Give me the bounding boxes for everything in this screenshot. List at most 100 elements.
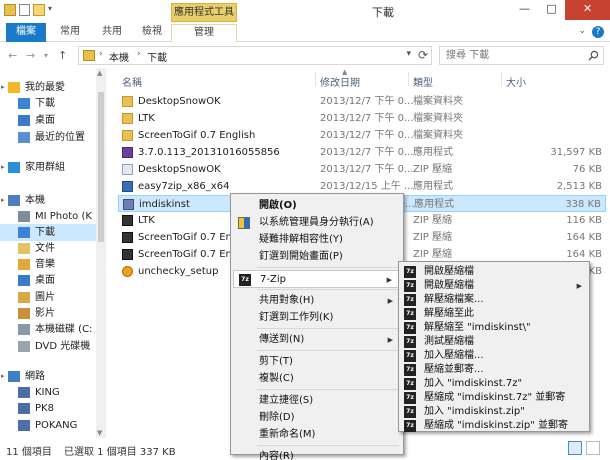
expand-chevron-icon[interactable]: ▸ (1, 368, 5, 385)
nav-item[interactable]: 最近的位置 (0, 129, 96, 146)
refresh-icon[interactable]: ⟳ (418, 48, 428, 62)
back-button[interactable]: ← (8, 49, 17, 62)
context-menu-item[interactable]: 7z 7-Zip ▶ (233, 270, 401, 288)
properties-icon[interactable] (19, 4, 30, 16)
search-input[interactable] (440, 47, 585, 64)
scroll-up-icon[interactable]: ▲ (97, 69, 102, 77)
column-header-type[interactable]: 類型 (413, 74, 433, 89)
address-bar[interactable]: › 本機 › 下載 ▾ ⟳ (78, 46, 432, 65)
nav-item[interactable]: DVD 光碟機 (0, 338, 96, 355)
scroll-down-icon[interactable]: ▼ (97, 429, 102, 437)
nav-item[interactable]: 桌面 (0, 112, 96, 129)
column-divider[interactable] (315, 72, 316, 86)
nav-item[interactable]: 下載 (0, 95, 96, 112)
nav-item[interactable]: KING (0, 384, 96, 401)
7zip-menu-item[interactable]: 7z 開啟壓縮檔 (400, 265, 588, 279)
context-menu-item[interactable]: 疑難排解相容性(Y) (233, 231, 401, 249)
7zip-menu-item[interactable]: 7z 壓縮成 "imdiskinst.7z" 並郵寄 (400, 391, 588, 405)
recent-locations-chevron-icon[interactable]: ▾ (44, 51, 48, 60)
breadcrumb-downloads[interactable]: 下載 (147, 49, 167, 64)
folder-icon[interactable] (4, 4, 16, 16)
context-menu-item[interactable]: 傳送到(N) ▶ (233, 331, 401, 349)
nav-item[interactable]: 影片 (0, 305, 96, 322)
nav-item[interactable]: 圖片 (0, 289, 96, 306)
7zip-menu-item[interactable]: 7z 加入壓縮檔... (400, 349, 588, 363)
7zip-menu-label: 解壓縮至此 (424, 308, 474, 319)
column-header-size[interactable]: 大小 (506, 74, 526, 89)
7zip-menu-item[interactable]: 7z 開啟壓縮檔 ▶ (400, 279, 588, 293)
file-date: 2013/12/7 下午 0... (320, 130, 414, 141)
expand-chevron-icon[interactable]: ▸ (1, 159, 5, 176)
file-name: ScreenToGif 0.7 Engli (138, 249, 244, 260)
nav-item[interactable]: POKANG (0, 417, 96, 434)
column-header-date[interactable]: 修改日期 (320, 74, 360, 89)
context-menu-item[interactable]: 內容(R) (233, 448, 401, 460)
context-menu-item[interactable]: 釘選到工作列(K) (233, 309, 401, 327)
up-button[interactable]: ↑ (58, 49, 67, 62)
file-row[interactable]: LTK 2013/12/7 下午 0... 檔案資料夾 (118, 110, 606, 127)
breadcrumb-this-pc[interactable]: 本機 (109, 49, 129, 64)
forward-button[interactable]: → (26, 49, 35, 62)
scrollbar-thumb[interactable] (98, 92, 104, 242)
column-divider[interactable] (408, 72, 409, 86)
nav-item[interactable]: ▸ 網路 (0, 368, 96, 385)
expand-chevron-icon[interactable]: ▸ (1, 79, 5, 96)
tab-share[interactable]: 共用 (94, 24, 130, 42)
nav-item[interactable]: ▸ 我的最愛 (0, 79, 96, 96)
details-view-icon[interactable] (568, 441, 582, 455)
file-row[interactable]: ScreenToGif 0.7 English 2013/12/7 下午 0...… (118, 127, 606, 144)
7zip-menu-item[interactable]: 7z 壓縮成 "imdiskinst.zip" 並郵寄 (400, 419, 588, 433)
7zip-menu-item[interactable]: 7z 解壓縮至此 (400, 307, 588, 321)
installer-icon (122, 181, 133, 192)
7zip-menu-item[interactable]: 7z 加入 "imdiskinst.7z" (400, 377, 588, 391)
new-folder-icon[interactable] (33, 4, 45, 16)
expand-chevron-icon[interactable]: ▸ (1, 192, 5, 209)
nav-item[interactable]: MI Photo (K (0, 208, 96, 225)
column-header-name[interactable]: 名稱 (122, 74, 142, 89)
tab-view[interactable]: 檢視 (134, 24, 170, 42)
nav-item[interactable]: ▸ 本機 (0, 192, 96, 209)
large-icons-view-icon[interactable] (586, 441, 600, 455)
nav-item[interactable]: 文件 (0, 240, 96, 257)
7zip-menu-item[interactable]: 7z 測試壓縮檔 (400, 335, 588, 349)
minimize-button[interactable]: — (511, 0, 538, 20)
nav-item[interactable]: PK8 (0, 400, 96, 417)
file-row[interactable]: DesktopSnowOK 2013/12/7 下午 0... ZIP 壓縮 76 K… (118, 161, 606, 178)
maximize-button[interactable]: □ (538, 0, 565, 20)
nav-item[interactable]: 音樂 (0, 256, 96, 273)
context-menu-item[interactable]: 釘選到開始畫面(P) (233, 248, 401, 266)
7zip-menu-item[interactable]: 7z 加入 "imdiskinst.zip" (400, 405, 588, 419)
7zip-menu-item[interactable]: 7z 解壓縮檔案... (400, 293, 588, 307)
tab-file[interactable]: 檔案 (6, 23, 46, 42)
file-row[interactable]: 3.7.0.113_20131016055856 2013/12/7 下午 0..… (118, 144, 606, 161)
close-button[interactable]: ✕ (565, 0, 610, 20)
tab-home[interactable]: 常用 (52, 24, 88, 42)
collapse-ribbon-icon[interactable]: ⌄ (578, 26, 586, 36)
context-menu-item[interactable]: 以系統管理員身分執行(A) (233, 214, 401, 232)
context-menu-item[interactable]: 剪下(T) (233, 353, 401, 371)
help-icon[interactable]: ? (592, 26, 604, 38)
search-icon[interactable] (588, 50, 599, 61)
nav-item[interactable]: ▸ 家用群組 (0, 159, 96, 176)
context-menu-item[interactable]: 複製(C) (233, 370, 401, 388)
context-menu-item[interactable]: 刪除(D) (233, 409, 401, 427)
breadcrumb-separator-icon[interactable]: › (99, 49, 103, 59)
file-row[interactable]: DesktopSnowOK 2013/12/7 下午 0... 檔案資料夾 (118, 93, 606, 110)
7zip-menu-item[interactable]: 7z 壓縮並郵寄... (400, 363, 588, 377)
tab-manage[interactable]: 管理 (171, 24, 237, 42)
context-menu-item[interactable]: 重新命名(M) (233, 426, 401, 444)
nav-item[interactable]: 本機磁碟 (C: (0, 321, 96, 338)
zip-icon (122, 215, 133, 226)
column-divider[interactable] (501, 72, 502, 86)
nav-item[interactable]: 桌面 (0, 272, 96, 289)
search-box[interactable] (439, 46, 604, 65)
address-history-chevron-icon[interactable]: ▾ (406, 49, 411, 59)
7zip-menu-item[interactable]: 7z 解壓縮至 "imdiskinst\" (400, 321, 588, 335)
breadcrumb-separator-icon[interactable]: › (137, 49, 141, 59)
customize-toolbar-chevron-icon[interactable]: ▾ (48, 4, 56, 14)
nav-item[interactable]: 下載 (0, 224, 96, 241)
context-menu-item[interactable]: 建立捷徑(S) (233, 392, 401, 410)
navigation-scrollbar[interactable]: ▲ ▼ (96, 68, 106, 438)
context-menu-item[interactable]: 共用對象(H) ▶ (233, 292, 401, 310)
context-menu-item[interactable]: 開啟(O) (233, 197, 401, 215)
